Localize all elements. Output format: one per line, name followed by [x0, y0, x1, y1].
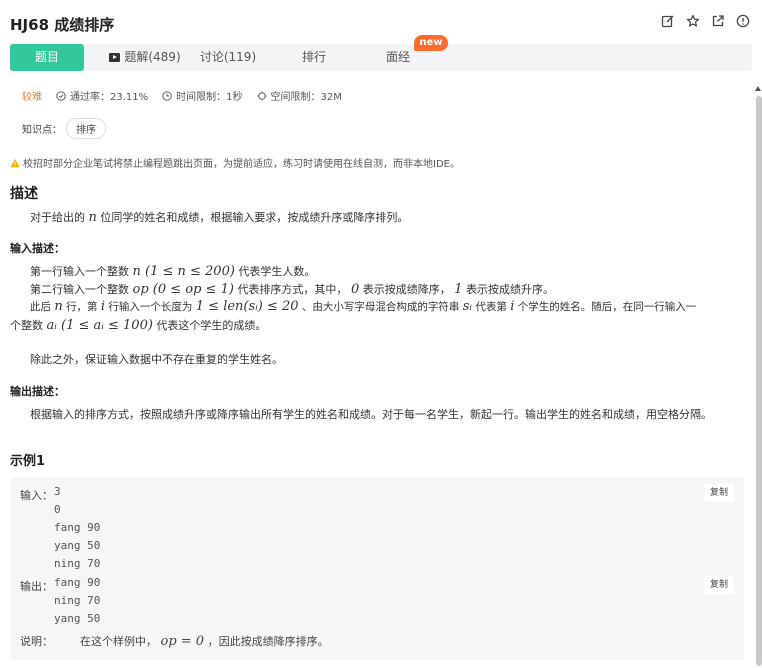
external-link-icon[interactable]: [711, 14, 725, 28]
text: 代表第: [475, 301, 507, 313]
input-lines[interactable]: 3 0 fang 90 yang 50 ning 70: [54, 483, 100, 573]
math: n (1 ≤ n ≤ 200): [132, 264, 235, 279]
page-title: HJ68 成绩排序: [10, 16, 115, 34]
header-actions: [661, 14, 750, 28]
star-icon[interactable]: [686, 14, 700, 28]
math: 1: [454, 282, 463, 297]
tab-discuss[interactable]: 讨论(119): [188, 44, 268, 71]
time-limit: 时间限制：1秒: [162, 88, 243, 103]
space-limit-text: 空间限制：32M: [270, 92, 342, 103]
copy-input-button[interactable]: 复制: [704, 484, 734, 502]
output-desc-text: 根据输入的排序方式，按照成绩升序或降序输出所有学生的姓名和成绩。对于每一名学生，…: [30, 408, 712, 421]
tab-solutions-label: 题解(489): [124, 50, 181, 64]
text: 对于给出的: [30, 211, 85, 224]
text: 第二行输入一个整数: [30, 283, 129, 296]
text: 代表这个学生的成绩。: [156, 319, 267, 332]
scrollbar-thumb[interactable]: [756, 96, 762, 666]
text: 第一行输入一个整数: [30, 265, 129, 278]
math: n: [88, 210, 97, 225]
math: 1 ≤ len(sᵢ) ≤ 20: [195, 299, 299, 314]
input-line: fang 90: [54, 521, 101, 534]
text: 个整数: [10, 319, 43, 332]
math: 0: [350, 282, 360, 297]
knowledge-label: 知识点：: [22, 125, 62, 136]
pass-rate: 通过率：23.11%: [56, 88, 148, 103]
input-label: 输入：: [20, 489, 53, 502]
text: 行，第: [66, 301, 98, 313]
description-heading: 描述: [10, 186, 38, 202]
math: op = 0: [160, 634, 205, 649]
edit-icon[interactable]: [661, 14, 675, 28]
example-explanation: 说明： 在这个样例中， op = 0 ，因此按成绩降序排序。: [20, 633, 329, 649]
text: ，因此按成绩降序排序。: [207, 635, 329, 648]
problem-header: HJ68 成绩排序: [0, 0, 762, 44]
text: 表示按成绩降序，: [362, 283, 451, 296]
math: i: [510, 299, 515, 314]
description-text: 对于给出的 n 位同学的姓名和成绩，根据输入要求，按成绩升序或降序排列。: [30, 209, 408, 225]
check-circle-icon: [56, 90, 66, 101]
explain-label: 说明：: [20, 635, 53, 648]
text: 代表排序方式，其中，: [237, 283, 348, 296]
pass-rate-text: 通过率：23.11%: [70, 92, 149, 103]
text: 、由大小写字母混合构成的字符串: [301, 301, 460, 313]
text: 此后: [30, 301, 51, 313]
text: 在这个样例中，: [80, 635, 157, 648]
text: 表示按成绩升序。: [466, 283, 554, 296]
output-line: yang 50: [54, 612, 101, 625]
output-desc-heading: 输出描述：: [10, 385, 65, 398]
copy-output-button[interactable]: 复制: [704, 576, 734, 594]
math: op (0 ≤ op ≤ 1): [132, 282, 234, 297]
example-box: 输入： 3 0 fang 90 yang 50 ning 70 复制 输出： f…: [10, 477, 744, 660]
output-label: 输出：: [20, 580, 53, 593]
text: 位同学的姓名和成绩，根据输入要求，按成绩升序或降序排列。: [100, 211, 409, 224]
difficulty-label: 较难: [22, 92, 42, 103]
input-desc-line-3: 此后 n 行，第 i 行输入一个长度为 1 ≤ len(sᵢ) ≤ 20 、由大…: [30, 299, 696, 314]
video-icon: [109, 53, 121, 62]
output-lines[interactable]: fang 90 ning 70 yang 50: [54, 574, 100, 628]
input-desc-heading: 输入描述：: [10, 242, 65, 255]
tab-problem[interactable]: 题目: [10, 44, 84, 71]
notice: 校招时部分企业笔试将禁止编程题跳出页面，为提前适应，练习时请使用在线自测，而非本…: [10, 155, 460, 170]
memory-icon: [257, 91, 267, 100]
input-line: ning 70: [54, 557, 101, 570]
input-line: 3: [54, 485, 61, 498]
notice-text: 校招时部分企业笔试将禁止编程题跳出页面，为提前适应，练习时请使用在线自测，而非本…: [23, 159, 460, 170]
text: 个学生的姓名。随后，在同一行输入一: [517, 301, 697, 313]
example-heading: 示例1: [10, 454, 46, 469]
math: sᵢ: [462, 299, 473, 314]
input-desc-line-2: 第二行输入一个整数 op (0 ≤ op ≤ 1) 代表排序方式，其中， 0 表…: [30, 281, 554, 297]
tab-solutions[interactable]: 题解(489): [100, 44, 190, 71]
time-limit-text: 时间限制：1秒: [176, 92, 243, 103]
space-limit: 空间限制：32M: [257, 88, 342, 103]
input-desc-line-1: 第一行输入一个整数 n (1 ≤ n ≤ 200) 代表学生人数。: [30, 263, 315, 279]
math: i: [100, 299, 106, 314]
output-line: fang 90: [54, 576, 101, 589]
knowledge-points: 知识点： 排序: [22, 118, 106, 139]
math: n: [54, 299, 63, 314]
input-desc-line-5: 除此之外，保证输入数据中不存在重复的学生姓名。: [30, 353, 283, 366]
input-line: 0: [54, 503, 61, 516]
new-badge: new: [414, 35, 448, 51]
problem-tabs: 题目 题解(489) 讨论(119) 排行 面经: [10, 44, 752, 71]
input-desc-line-4: 个整数 aᵢ (1 ≤ aᵢ ≤ 100) 代表这个学生的成绩。: [10, 317, 266, 333]
output-line: ning 70: [54, 594, 101, 607]
clock-icon: [162, 90, 172, 101]
problem-meta: 较难 通过率：23.11% 时间限制：1秒 空间限制：32M: [22, 88, 356, 103]
warning-icon: [10, 158, 20, 167]
text: 代表学生人数。: [238, 265, 316, 278]
input-line: yang 50: [54, 539, 101, 552]
tab-rank[interactable]: 排行: [286, 44, 342, 71]
info-icon[interactable]: [736, 14, 750, 28]
text: 行输入一个长度为: [108, 301, 193, 313]
math: aᵢ (1 ≤ aᵢ ≤ 100): [46, 318, 153, 333]
knowledge-tag[interactable]: 排序: [66, 118, 106, 139]
scroll-up-arrow[interactable]: [755, 86, 761, 91]
